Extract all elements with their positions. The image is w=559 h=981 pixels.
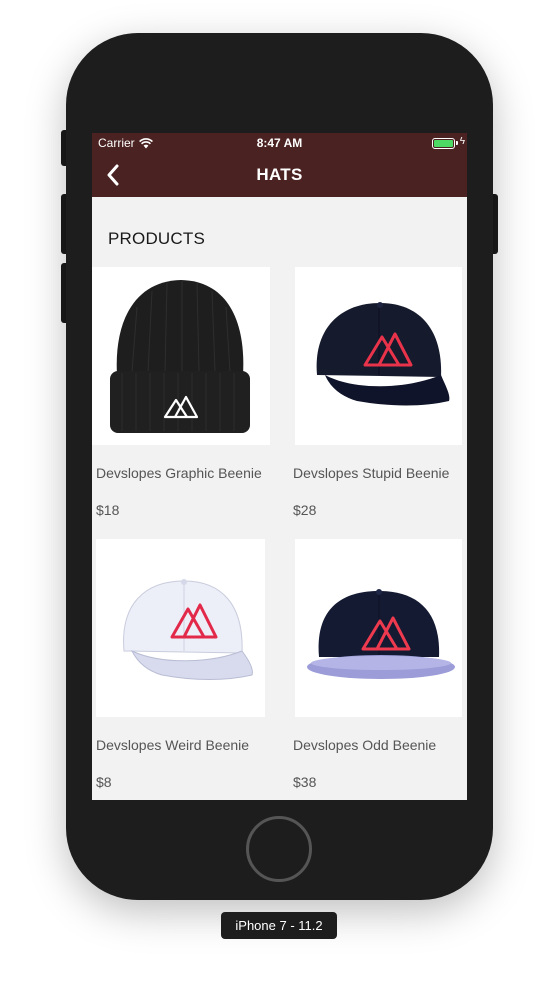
cap-image bbox=[316, 302, 450, 406]
product-card[interactable]: Devslopes Graphic Beenie $18 bbox=[92, 267, 272, 527]
charging-icon: ϟ bbox=[459, 136, 465, 147]
nav-title: HATS bbox=[256, 165, 303, 184]
navigation-bar: HATS bbox=[92, 153, 467, 197]
beanie-image bbox=[110, 280, 250, 433]
product-image bbox=[295, 267, 462, 445]
cap-image bbox=[123, 579, 253, 680]
product-price: $18 bbox=[96, 502, 120, 518]
status-bar: Carrier 8:47 AM ϟ bbox=[92, 133, 467, 153]
product-name: Devslopes Weird Beenie bbox=[96, 737, 250, 753]
status-time: 8:47 AM bbox=[256, 136, 303, 150]
section-title: PRODUCTS bbox=[108, 229, 205, 248]
product-card[interactable]: Devslopes Weird Beenie $8 bbox=[92, 539, 272, 795]
product-image bbox=[92, 267, 270, 445]
home-button[interactable] bbox=[246, 816, 312, 882]
product-card[interactable]: Devslopes Odd Beenie $38 bbox=[289, 539, 467, 795]
app-screen: Carrier 8:47 AM ϟ HATS PRODUCTS Devslope… bbox=[92, 133, 467, 800]
simulator-device-label: iPhone 7 - 11.2 bbox=[221, 912, 337, 939]
product-image bbox=[295, 539, 462, 717]
product-name: Devslopes Stupid Beenie bbox=[293, 465, 450, 481]
battery-icon bbox=[432, 138, 455, 149]
product-price: $8 bbox=[96, 774, 112, 790]
product-price: $38 bbox=[293, 774, 317, 790]
product-image bbox=[96, 539, 265, 717]
snapback-image bbox=[307, 589, 455, 679]
product-card[interactable]: Devslopes Stupid Beenie $28 bbox=[289, 267, 467, 527]
product-name: Devslopes Odd Beenie bbox=[293, 737, 437, 753]
product-name: Devslopes Graphic Beenie bbox=[96, 465, 262, 481]
product-price: $28 bbox=[293, 502, 317, 518]
